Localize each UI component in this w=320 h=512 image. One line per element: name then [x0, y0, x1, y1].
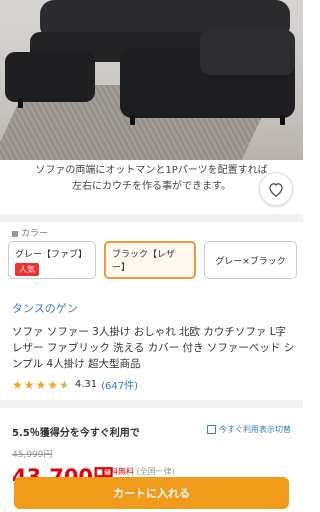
sofa-leg: [18, 98, 23, 108]
bullet-icon: [12, 230, 18, 237]
option-label: ブラック【レザー】: [112, 250, 176, 273]
heart-icon: [269, 182, 283, 197]
star-icon: ★: [23, 377, 35, 392]
shop-name-link[interactable]: タンスのゲン: [12, 300, 78, 316]
option-label: グレー×ブラック: [215, 256, 286, 267]
popular-badge: 人気: [15, 263, 39, 276]
product-title: ソファ ソファー 3人掛け おしゃれ 北欧 カウチソファ L字 レザー ファブリ…: [12, 326, 295, 370]
section-divider: [0, 214, 303, 222]
half-star-icon: ★: [59, 377, 70, 392]
product-photo[interactable]: [0, 0, 303, 160]
color-option-gray-black[interactable]: グレー×ブラック: [204, 241, 297, 279]
free-shipping-label: 送料無料: [102, 467, 134, 476]
points-toggle-link[interactable]: 今すぐ利用表示切替: [207, 424, 291, 435]
ottoman-shape: [5, 52, 95, 102]
review-count-link[interactable]: (647件): [101, 377, 138, 392]
section-divider: [0, 400, 303, 408]
original-price: 45,999円: [12, 450, 53, 460]
favorite-button[interactable]: [259, 172, 293, 206]
photo-caption: ソファの両端にオットマンと1Pパーツを配置すれば 左右にカウチを作る事ができます…: [0, 160, 303, 210]
star-icon: ★: [47, 377, 59, 392]
color-option-black-leather[interactable]: ブラック【レザー】: [104, 241, 196, 279]
star-icon: ★: [12, 377, 23, 392]
chaise-arm-shape: [200, 30, 295, 75]
rating-score: 4.31: [74, 379, 98, 390]
sofa-leg: [130, 115, 135, 125]
points-text: 5.5％獲得分を今すぐ利用で: [12, 428, 140, 439]
calendar-icon: [207, 425, 216, 434]
shipping-info: 送料無料 (全国一律): [102, 466, 175, 477]
points-toggle-label: 今すぐ利用表示切替: [219, 425, 291, 434]
caption-line-2: 左右にカウチを作る事ができます。: [72, 181, 231, 192]
rating-row[interactable]: ★ ★ ★ ★ ★ 4.31 (647件): [12, 377, 138, 393]
caption-line-1: ソファの両端にオットマンと1Pパーツを配置すれば: [35, 165, 268, 176]
color-label: カラー: [12, 226, 48, 239]
shipping-sub: (全国一律): [136, 467, 175, 476]
option-label: グレー【ファブ】: [15, 250, 88, 260]
sofa-leg: [280, 115, 285, 125]
color-option-gray-fabric[interactable]: グレー【ファブ】 人気: [8, 241, 96, 279]
add-to-cart-button[interactable]: カートに入れる: [14, 477, 289, 509]
star-icon: ★: [35, 377, 47, 392]
